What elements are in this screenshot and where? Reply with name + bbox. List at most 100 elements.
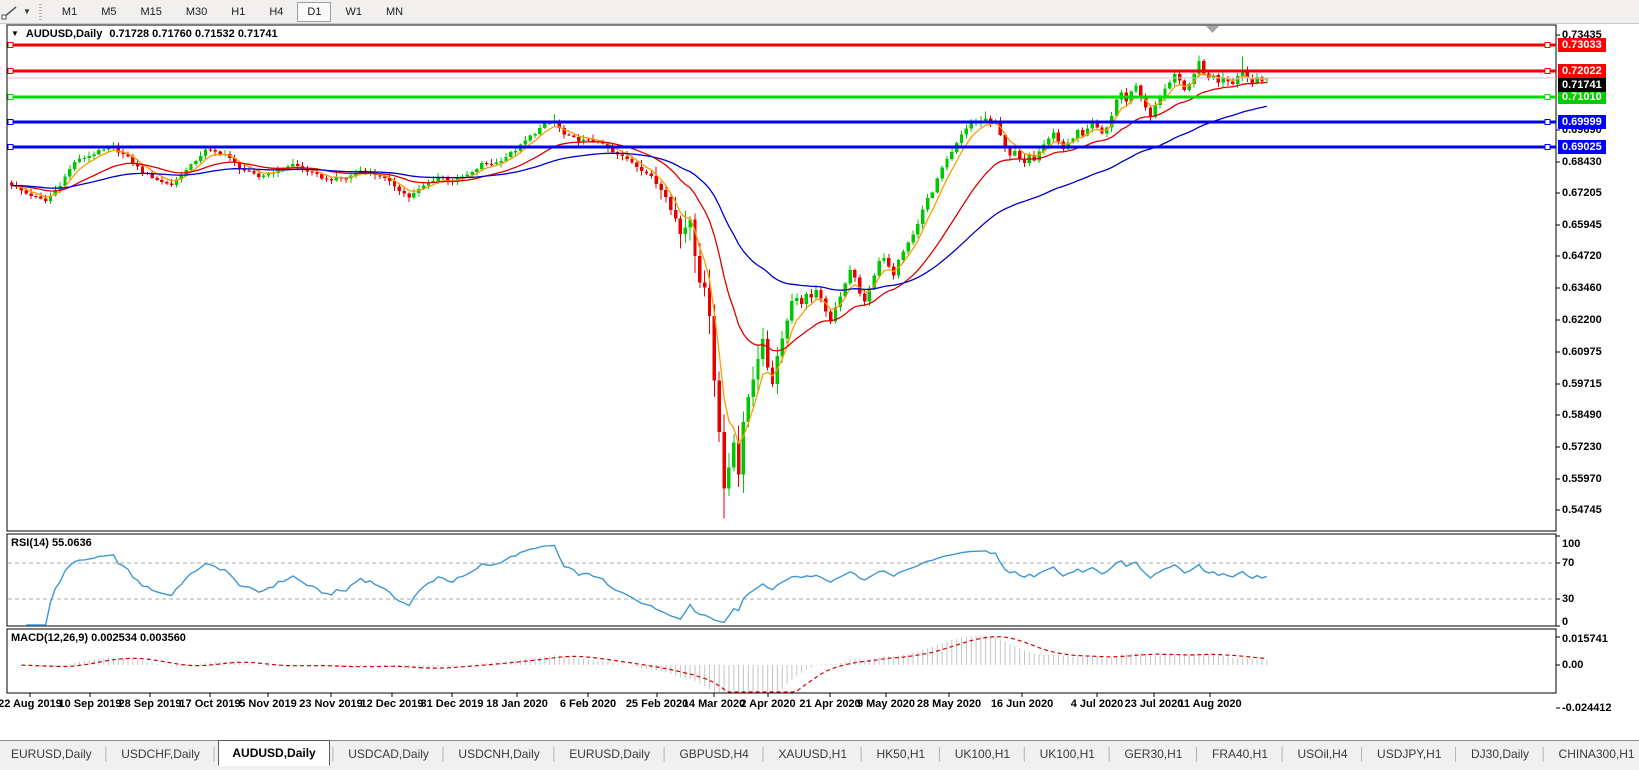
tab-uk100-h1[interactable]: UK100,H1 xyxy=(944,743,1021,765)
tab-separator: │ xyxy=(1021,747,1029,761)
tab-usdchf-daily[interactable]: USDCHF,Daily xyxy=(110,743,211,765)
price-axis-tick-label: 0.55970 xyxy=(1562,472,1602,485)
tab-gbpusd-h4[interactable]: GBPUSD,H4 xyxy=(668,743,759,765)
trendline-tool-icon[interactable] xyxy=(1,4,21,20)
tab-separator: │ xyxy=(1540,747,1548,761)
chart-canvas[interactable] xyxy=(0,0,1639,770)
time-axis-label: 16 Jun 2020 xyxy=(990,698,1054,710)
tab-separator: │ xyxy=(759,747,768,761)
rsi-axis-tick-label: 100 xyxy=(1562,538,1581,550)
tab-hk50-h1[interactable]: HK50,H1 xyxy=(866,743,937,765)
tab-eurusd-daily[interactable]: EURUSD,Daily xyxy=(0,743,103,765)
price-axis-tick-label: 0.59715 xyxy=(1562,377,1602,390)
macd-plot xyxy=(16,635,1268,693)
time-axis-label: 9 May 2020 xyxy=(856,698,916,710)
macd-label: MACD(12,26,9) 0.002534 0.003560 xyxy=(11,632,186,644)
symbol-dropdown-icon[interactable]: ▼ xyxy=(11,29,19,38)
rsi-axis-tick-label: 30 xyxy=(1562,593,1575,605)
price-axis-tick-label: 0.58490 xyxy=(1562,408,1602,421)
rsi-axis-tick-label: 0 xyxy=(1562,616,1569,628)
pane-frames xyxy=(6,24,1560,709)
time-axis-label: 28 Sep 2019 xyxy=(118,698,182,710)
timeframe-button-mn[interactable]: MN xyxy=(376,2,413,22)
tab-usoil-h4[interactable]: USOil,H4 xyxy=(1287,743,1359,765)
symbol-label: AUDUSD,Daily xyxy=(25,28,103,40)
time-axis-label: 11 Aug 2020 xyxy=(1178,698,1242,710)
time-axis-label: 31 Dec 2019 xyxy=(420,698,484,710)
price-badge-0.69999: 0.69999 xyxy=(1558,115,1606,130)
tab-separator: │ xyxy=(1358,747,1367,761)
tab-separator: │ xyxy=(210,747,219,761)
tab-separator: │ xyxy=(936,747,944,761)
price-axis-tick-label: 0.54745 xyxy=(1562,503,1602,516)
time-axis-label: 25 Feb 2020 xyxy=(625,698,689,710)
tab-audusd-daily[interactable]: AUDUSD,Daily xyxy=(218,739,330,766)
price-axis-tick-label: 0.64720 xyxy=(1562,250,1602,263)
timeframe-button-w1[interactable]: W1 xyxy=(335,2,372,22)
tab-usdcad-daily[interactable]: USDCAD,Daily xyxy=(337,743,440,765)
candles xyxy=(10,55,1269,519)
timeframe-button-m5[interactable]: M5 xyxy=(91,2,126,22)
tab-separator: │ xyxy=(858,747,866,761)
tab-uk100-h1[interactable]: UK100,H1 xyxy=(1029,743,1106,765)
rsi-label: RSI(14) 55.0636 xyxy=(11,537,92,549)
tab-usdcnh-daily[interactable]: USDCNH,Daily xyxy=(447,743,550,765)
tab-china300-h1[interactable]: CHINA300,H1 xyxy=(1548,743,1639,765)
horizontal-line-objects[interactable] xyxy=(7,42,1556,150)
tab-xauusd-h1[interactable]: XAUUSD,H1 xyxy=(767,743,858,765)
tab-separator: │ xyxy=(1452,747,1461,761)
tab-dj30-daily[interactable]: DJ30,Daily xyxy=(1460,743,1540,765)
time-axis-label: 17 Oct 2019 xyxy=(179,698,241,710)
time-axis-label: 2 Apr 2020 xyxy=(740,698,796,710)
chart-title: ▼ AUDUSD,Daily 0.71728 0.71760 0.71532 0… xyxy=(11,28,278,40)
time-axis-label: 23 Nov 2019 xyxy=(299,698,363,710)
tab-separator: │ xyxy=(329,747,338,761)
tab-separator: │ xyxy=(439,747,448,761)
timeframe-button-h4[interactable]: H4 xyxy=(259,2,293,22)
tab-fra40-h1[interactable]: FRA40,H1 xyxy=(1201,743,1279,765)
price-axis-tick-label: 0.68430 xyxy=(1562,156,1602,169)
price-axis-tick-label: 0.65945 xyxy=(1562,219,1602,232)
chevron-down-icon[interactable]: ▼ xyxy=(23,7,31,16)
tab-separator: │ xyxy=(1193,747,1201,761)
tab-separator: │ xyxy=(550,747,559,761)
tab-separator: │ xyxy=(1105,747,1114,761)
tab-separator: │ xyxy=(102,747,111,761)
moving-averages xyxy=(11,73,1267,446)
timeframe-button-m30[interactable]: M30 xyxy=(176,2,217,22)
time-axis-label: 5 Nov 2019 xyxy=(239,698,297,710)
price-badge-0.72022: 0.72022 xyxy=(1558,63,1606,78)
price-axis-tick-label: 0.62200 xyxy=(1562,314,1602,327)
tab-ger30-h1[interactable]: GER30,H1 xyxy=(1113,743,1193,765)
time-axis-label: 4 Jul 2020 xyxy=(1070,698,1124,710)
timeframe-button-m1[interactable]: M1 xyxy=(52,2,87,22)
macd-axis-tick-label: -0.024412 xyxy=(1562,702,1612,714)
timeframe-button-d1[interactable]: D1 xyxy=(297,1,332,22)
macd-axis-tick-label: 0.00 xyxy=(1562,659,1584,671)
timeframe-button-m15[interactable]: M15 xyxy=(130,2,171,22)
window-bottom-edge xyxy=(0,766,1639,770)
macd-axis-tick-label: 0.015741 xyxy=(1562,633,1608,645)
time-axis-label: 22 Aug 2019 xyxy=(0,698,62,710)
price-badge-0.71741: 0.71741 xyxy=(1558,78,1606,93)
chart-shift-marker-icon[interactable] xyxy=(1206,26,1219,33)
tab-eurusd-daily[interactable]: EURUSD,Daily xyxy=(558,743,661,765)
time-axis-label: 23 Jul 2020 xyxy=(1124,698,1184,710)
ohlc-values: 0.71728 0.71760 0.71532 0.71741 xyxy=(109,28,278,40)
price-axis-tick-label: 0.60975 xyxy=(1562,345,1602,358)
tab-separator: │ xyxy=(1279,747,1287,761)
price-axis-tick-label: 0.63460 xyxy=(1562,282,1602,295)
price-axis-tick-label: 0.57230 xyxy=(1562,440,1602,453)
time-axis-label: 14 Mar 2020 xyxy=(682,698,746,710)
price-axis-tick-label: 0.67205 xyxy=(1562,187,1602,200)
time-axis-label: 6 Feb 2020 xyxy=(559,698,617,710)
timeframe-button-h1[interactable]: H1 xyxy=(221,2,255,22)
tab-usdjpy-h1[interactable]: USDJPY,H1 xyxy=(1366,743,1452,765)
time-axis-label: 10 Sep 2019 xyxy=(58,698,122,710)
time-axis-label: 28 May 2020 xyxy=(916,698,982,710)
time-axis-label: 12 Dec 2019 xyxy=(360,698,424,710)
timeframe-toolbar: ▼ M1 M5 M15 M30 H1 H4 D1 W1 MN xyxy=(0,0,1639,24)
time-axis-label: 18 Jan 2020 xyxy=(486,698,548,710)
toolbar-grip-handle[interactable] xyxy=(38,3,42,20)
tab-separator: │ xyxy=(660,747,669,761)
